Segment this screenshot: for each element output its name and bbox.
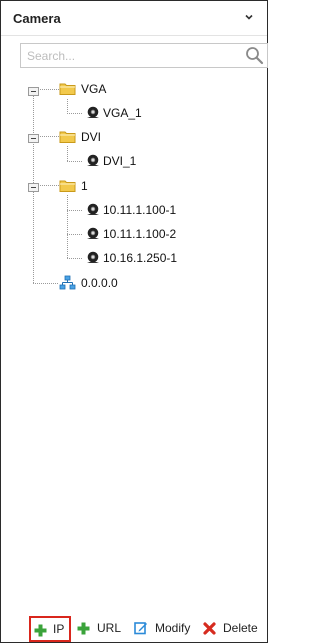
add-ip-button[interactable]: IP <box>29 616 71 642</box>
plus-icon <box>34 622 47 644</box>
camera-icon <box>85 202 101 223</box>
camera-tree: VGA VGA_1 DVI DVI_1 1 10.11.1.100-1 10.1… <box>1 1 269 301</box>
delete-label: Delete <box>223 621 258 635</box>
add-ip-label: IP <box>53 622 65 636</box>
camera-icon <box>85 250 101 271</box>
add-url-label: URL <box>97 621 122 635</box>
add-url-button[interactable]: URL <box>77 618 125 638</box>
tree-camera-label: DVI_1 <box>103 154 137 168</box>
plus-icon <box>77 621 90 641</box>
tree-camera-label: 10.16.1.250-1 <box>103 251 178 265</box>
camera-panel: Camera Search... VGA VGA_1 DVI DVI_1 1 1… <box>0 0 268 643</box>
edit-icon <box>134 621 148 641</box>
camera-icon <box>85 105 101 126</box>
camera-icon <box>85 226 101 247</box>
camera-icon <box>85 153 101 174</box>
tree-network-label: 0.0.0.0 <box>81 276 118 290</box>
collapse-toggle-icon[interactable] <box>28 132 39 143</box>
tree-folder-label: VGA <box>81 82 107 96</box>
tree-camera-label: 10.11.1.100-2 <box>103 227 177 241</box>
modify-label: Modify <box>155 621 191 635</box>
collapse-toggle-icon[interactable] <box>28 85 39 96</box>
tree-camera-label: 10.11.1.100-1 <box>103 203 177 217</box>
camera-toolbar: IP URL Modify Delete <box>1 613 267 643</box>
folder-icon <box>59 178 76 199</box>
tree-folder-label: 1 <box>81 179 88 193</box>
network-icon <box>59 275 76 297</box>
folder-icon <box>59 129 76 150</box>
tree-camera-label: VGA_1 <box>103 106 142 120</box>
modify-button[interactable]: Modify <box>134 618 194 638</box>
delete-button[interactable]: Delete <box>203 618 263 638</box>
folder-icon <box>59 81 76 102</box>
collapse-toggle-icon[interactable] <box>28 181 39 192</box>
delete-x-icon <box>203 621 216 641</box>
tree-folder-label: DVI <box>81 130 102 144</box>
